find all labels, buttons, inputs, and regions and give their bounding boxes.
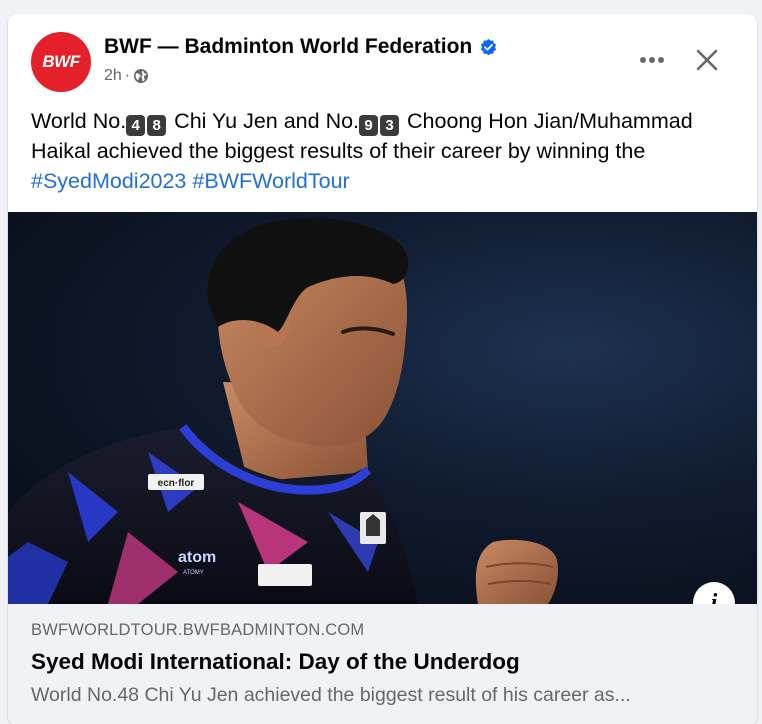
shirt-sponsor-3: ATOMY bbox=[183, 570, 204, 576]
more-dots-icon bbox=[640, 57, 664, 63]
link-domain: BWFWORLDTOUR.BWFBADMINTON.COM bbox=[31, 621, 365, 639]
page-name-row: BWF — Badminton World Federation bbox=[104, 35, 498, 59]
link-title[interactable]: Syed Modi International: Day of the Unde… bbox=[31, 649, 520, 675]
page-name[interactable]: BWF — Badminton World Federation bbox=[104, 35, 472, 59]
avatar-logo-text: BWF bbox=[42, 52, 80, 71]
post-text-part: World No. bbox=[31, 109, 127, 133]
post-card: BWF BWF — Badminton World Federation 2h … bbox=[8, 14, 757, 724]
meta-separator: · bbox=[124, 67, 131, 84]
close-icon bbox=[696, 49, 718, 71]
shirt-sponsor-2: atom bbox=[178, 549, 216, 566]
link-preview-image[interactable]: ecn·flor atom ATOMY bbox=[8, 212, 757, 604]
globe-icon[interactable] bbox=[133, 68, 149, 84]
hashtag-bwfworldtour[interactable]: #BWFWorldTour bbox=[192, 169, 349, 193]
more-options-button[interactable] bbox=[636, 48, 668, 72]
shirt-sponsor-1: ecn·flor bbox=[158, 478, 195, 489]
verified-badge-icon bbox=[479, 38, 498, 57]
post-text-part: Chi Yu Jen and No. bbox=[168, 109, 360, 133]
keycap-digit-emoji: 9 bbox=[359, 115, 379, 136]
post-header: BWF BWF — Badminton World Federation 2h … bbox=[8, 14, 757, 100]
post-message: World No. 4 8 Chi Yu Jen and No. 9 3 Choong … bbox=[31, 106, 741, 196]
post-meta: 2h · bbox=[104, 67, 149, 85]
player-photo: ecn·flor atom ATOMY bbox=[8, 218, 559, 604]
link-description: World No.48 Chi Yu Jen achieved the bigg… bbox=[31, 684, 631, 706]
link-preview-footer[interactable]: BWFWORLDTOUR.BWFBADMINTON.COM Syed Modi … bbox=[8, 604, 757, 724]
keycap-digit-emoji: 8 bbox=[147, 115, 167, 136]
keycap-digit-emoji: 4 bbox=[126, 115, 146, 136]
close-button[interactable] bbox=[690, 43, 724, 77]
post-timestamp[interactable]: 2h bbox=[104, 67, 122, 85]
page-avatar[interactable]: BWF bbox=[31, 32, 91, 92]
keycap-digit-emoji: 3 bbox=[380, 115, 400, 136]
hashtag-syedmodi2023[interactable]: #SyedModi2023 bbox=[31, 169, 186, 193]
